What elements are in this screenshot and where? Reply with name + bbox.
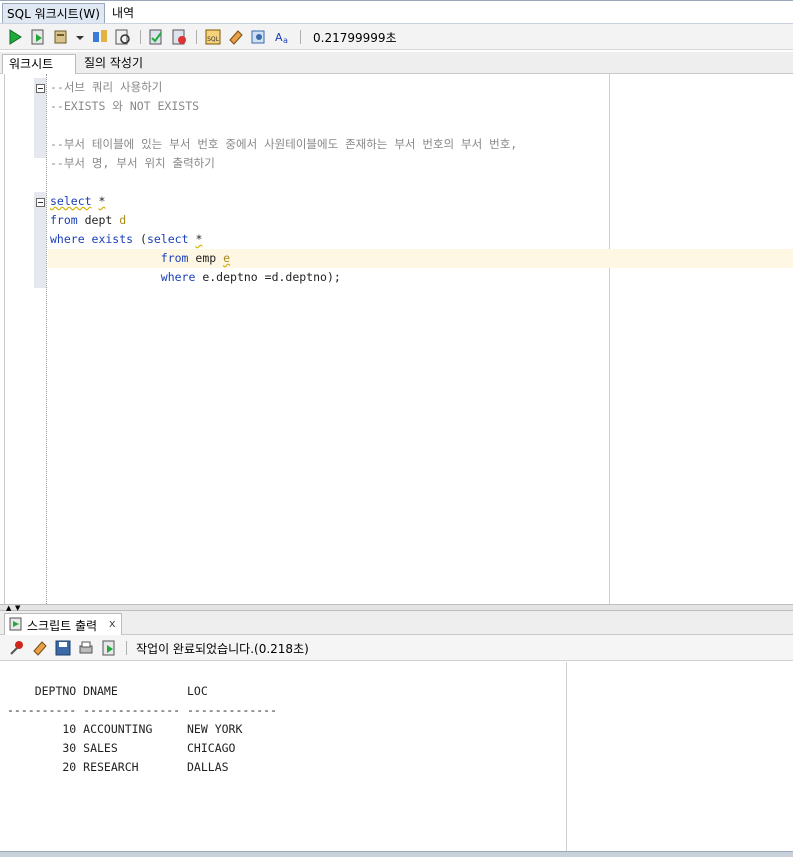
output-toolbar: 작업이 완료되었습니다.(0.218초) — [0, 635, 793, 661]
toolbar-separator — [300, 30, 301, 44]
commit-icon[interactable] — [147, 28, 165, 46]
sql-punct: ( — [133, 232, 147, 246]
sql-alias: d — [119, 213, 127, 227]
subtab-worksheet[interactable]: 워크시트 — [2, 54, 76, 74]
sql-keyword: from — [160, 251, 189, 265]
tab-script-output[interactable]: 스크립트 출력 x — [4, 613, 122, 635]
code-line: select * — [50, 192, 105, 211]
code-line: from dept d — [50, 211, 126, 230]
print-icon[interactable] — [77, 639, 95, 657]
fold-toggle-icon[interactable] — [36, 84, 45, 93]
output-line: 20 RESEARCH DALLAS — [7, 760, 229, 774]
svg-text:A: A — [275, 31, 283, 44]
sql-keyword: where exists — [50, 232, 134, 246]
sql-identifier: e.deptno =d.deptno); — [195, 270, 341, 284]
worksheet-toolbar: SQL Aa 0.21799999초 — [0, 24, 793, 50]
sql-history-icon[interactable] — [52, 28, 70, 46]
autotrace-icon[interactable] — [114, 28, 132, 46]
editor-right-margin — [609, 74, 610, 604]
subtab-query-builder[interactable]: 질의 작성기 — [78, 54, 149, 74]
svg-text:a: a — [283, 36, 288, 45]
sql-keyword: where — [160, 270, 196, 284]
clear-eraser-icon[interactable] — [227, 28, 245, 46]
task-status: 작업이 완료되었습니다.(0.218초) — [136, 642, 309, 656]
format-sql-icon[interactable] — [250, 28, 268, 46]
save-icon[interactable] — [54, 639, 72, 657]
explain-plan-icon[interactable] — [91, 28, 109, 46]
toolbar-separator — [140, 30, 141, 44]
script-output-icon — [9, 617, 22, 631]
panel-splitter[interactable]: ▲ ▼ — [0, 604, 793, 612]
code-line: from emp e — [50, 249, 230, 268]
output-line: 10 ACCOUNTING NEW YORK — [7, 722, 243, 736]
fold-toggle-icon[interactable] — [36, 198, 45, 207]
sql-editor[interactable]: --서브 쿼리 사용하기 --EXISTS 와 NOT EXISTS --부서 … — [4, 74, 793, 604]
sql-identifier: emp — [188, 251, 224, 265]
output-line: DEPTNO DNAME LOC — [7, 684, 208, 698]
output-line: 30 SALES CHICAGO — [7, 741, 236, 755]
script-output-area[interactable]: DEPTNO DNAME LOC ---------- ------------… — [4, 662, 793, 852]
chevron-down-icon[interactable] — [74, 28, 86, 46]
output-tabbar: 스크립트 출력 x — [0, 611, 793, 635]
bottom-status-strip — [0, 851, 793, 857]
sql-token: * — [98, 194, 106, 208]
code-line: where e.deptno =d.deptno); — [50, 268, 341, 287]
sql-alias: e — [223, 251, 231, 265]
sql-keyword: select — [50, 194, 92, 208]
run-script-icon[interactable] — [100, 639, 118, 657]
clear-eraser-icon[interactable] — [31, 639, 49, 657]
sql-token: * — [195, 232, 203, 246]
case-toggle-icon[interactable]: Aa — [273, 28, 291, 46]
elapsed-time: 0.21799999초 — [313, 31, 397, 45]
sql-identifier: dept — [77, 213, 120, 227]
sql-keyword: select — [146, 232, 189, 246]
code-line: --EXISTS 와 NOT EXISTS — [50, 99, 200, 113]
svg-text:SQL: SQL — [207, 36, 220, 43]
toolbar-separator — [196, 30, 197, 44]
pin-icon[interactable] — [8, 639, 26, 657]
output-right-margin — [566, 662, 567, 852]
tab-history[interactable]: 내역 — [108, 3, 138, 23]
toolbar-separator — [126, 641, 127, 655]
sql-keyword: from — [50, 213, 78, 227]
sql-tuning-icon[interactable]: SQL — [204, 28, 222, 46]
editor-gutter — [33, 74, 47, 604]
code-line: where exists (select * — [50, 230, 202, 249]
close-icon[interactable]: x — [109, 617, 116, 630]
run-statement-icon[interactable] — [6, 28, 24, 46]
tab-sql-worksheet[interactable]: SQL 워크시트(W) — [2, 3, 105, 23]
run-script-icon[interactable] — [29, 28, 47, 46]
title-bar: SQL 워크시트(W) 내역 — [0, 0, 793, 24]
code-line: --부서 명, 부서 위치 출력하기 — [50, 156, 215, 170]
code-line: --서브 쿼리 사용하기 — [50, 80, 163, 94]
output-line: ---------- -------------- ------------- — [7, 703, 278, 717]
worksheet-subtabs: 워크시트 질의 작성기 — [0, 52, 793, 74]
rollback-icon[interactable] — [170, 28, 188, 46]
output-tab-label: 스크립트 출력 — [27, 619, 98, 633]
code-line: --부서 테이블에 있는 부서 번호 중에서 사원테이블에도 존재하는 부서 번… — [50, 137, 518, 151]
